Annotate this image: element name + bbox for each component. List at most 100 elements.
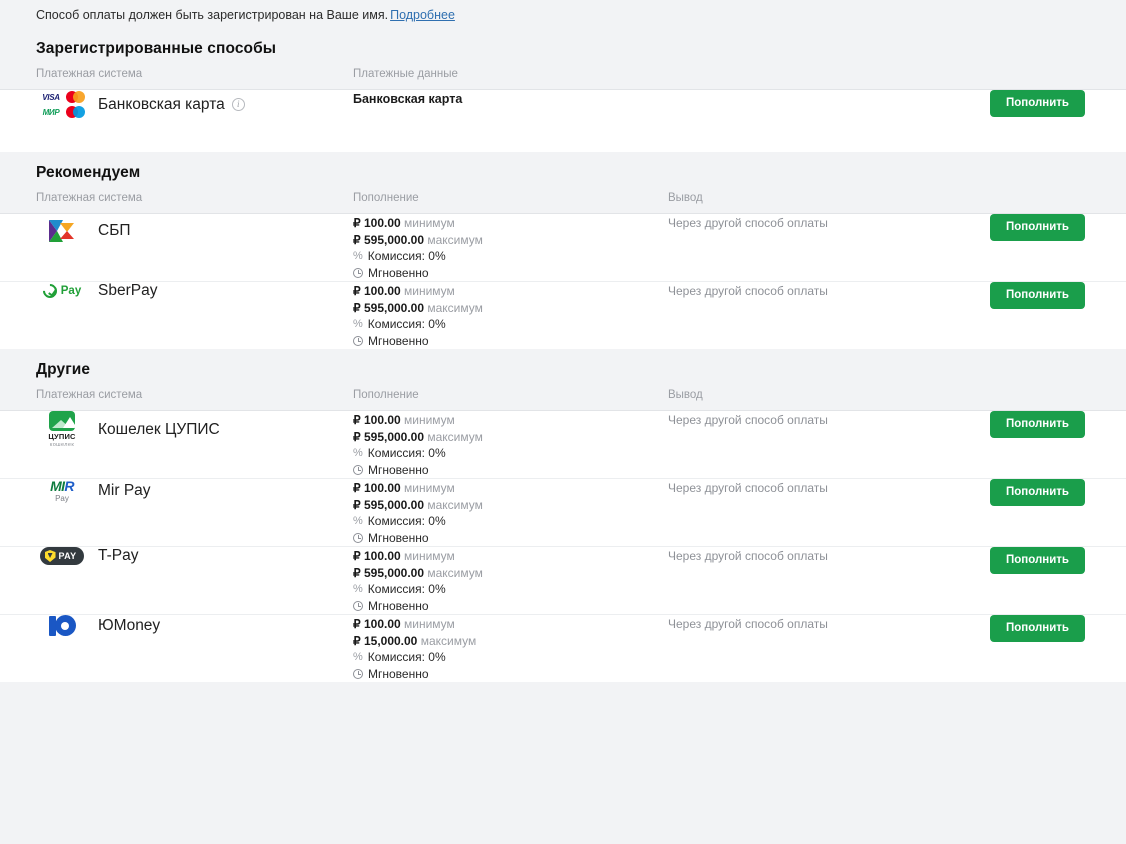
table-row[interactable]: VISA МИР Банковская карта i Банковская к… (0, 90, 1126, 152)
min-label: минимум (404, 413, 455, 427)
tpay-logo-icon: PAY (36, 547, 88, 565)
section-title-registered: Зарегистрированные способы (0, 28, 1126, 68)
clock-icon (353, 464, 363, 475)
percent-icon: % (353, 447, 363, 459)
learn-more-link[interactable]: Подробнее (390, 8, 455, 22)
sbp-icon-svg (49, 220, 74, 242)
row-system-cell: MIR Pay Mir Pay (0, 479, 345, 503)
row-withdraw-cell: Через другой способ оплаты (660, 411, 985, 427)
withdraw-value: Через другой способ оплаты (668, 216, 828, 230)
column-headers-recommended: Платежная система Пополнение Вывод (0, 192, 1126, 214)
mastercard-logo-icon (65, 91, 85, 103)
fee-text: Комиссия: 0% (367, 582, 446, 596)
payment-method-label: SberPay (98, 282, 158, 299)
top-up-button[interactable]: Пополнить (990, 411, 1085, 438)
yoomoney-logo-icon (36, 615, 88, 636)
percent-icon: % (353, 515, 363, 527)
section-title-others: Другие (0, 349, 1126, 389)
row-topup-cell: ₽ 100.00 минимум ₽ 595,000.00 максимум %… (345, 214, 660, 281)
mirpay-logo-text: MIR (50, 478, 74, 494)
info-icon[interactable]: i (231, 98, 245, 111)
speed-text: Мгновенно (368, 666, 429, 681)
min-label: минимум (404, 284, 455, 298)
min-amount: ₽ 100.00 (353, 413, 401, 427)
withdraw-value: Через другой способ оплаты (668, 284, 828, 298)
table-row[interactable]: ЮMoney ₽ 100.00 минимум ₽ 15,000.00 макс… (0, 615, 1126, 682)
top-up-button[interactable]: Пополнить (990, 282, 1085, 309)
fee-text: Комиссия: 0% (367, 650, 446, 664)
max-amount: ₽ 595,000.00 (353, 300, 425, 315)
fee-text: Комиссия: 0% (367, 317, 446, 331)
payment-method-label: T-Pay (98, 547, 139, 564)
table-row[interactable]: PAY T-Pay ₽ 100.00 минимум ₽ 595,000.00 … (0, 547, 1126, 615)
tpay-logo-text: PAY (58, 551, 77, 561)
section-title-recommended: Рекомендуем (0, 152, 1126, 192)
intro-notice: Способ оплаты должен быть зарегистрирова… (0, 0, 1126, 28)
clock-icon (353, 668, 363, 679)
min-amount: ₽ 100.00 (353, 481, 401, 495)
max-label: максимум (420, 633, 477, 648)
cupis-wallet-icon (49, 411, 75, 431)
clock-icon (353, 532, 363, 543)
row-withdraw-cell: Через другой способ оплаты (660, 479, 985, 495)
fee-text: Комиссия: 0% (367, 514, 446, 528)
limits-block: ₽ 100.00 минимум ₽ 595,000.00 максимум %… (353, 214, 660, 281)
top-up-button[interactable]: Пополнить (990, 547, 1085, 574)
max-amount: ₽ 595,000.00 (353, 565, 425, 580)
cupis-logo-subtext: кошелек (49, 442, 75, 448)
top-up-button[interactable]: Пополнить (990, 479, 1085, 506)
payment-method-label: Кошелек ЦУПИС (98, 420, 220, 438)
top-up-button[interactable]: Пополнить (990, 615, 1085, 642)
min-amount: ₽ 100.00 (353, 549, 401, 563)
max-label: максимум (427, 232, 483, 247)
clock-icon (353, 335, 363, 346)
row-action-cell: Пополнить (985, 479, 1126, 506)
max-amount: ₽ 595,000.00 (353, 429, 425, 444)
row-topup-cell: ₽ 100.00 минимум ₽ 595,000.00 максимум %… (345, 479, 660, 546)
row-action-cell: Пополнить (985, 214, 1126, 241)
column-header-topup: Пополнение (353, 192, 419, 204)
sber-check-icon (39, 281, 60, 301)
row-action-cell: Пополнить (985, 282, 1126, 309)
percent-icon: % (353, 651, 363, 663)
mirpay-logo-icon: MIR Pay (36, 479, 88, 503)
limits-block: ₽ 100.00 минимум ₽ 595,000.00 максимум %… (353, 411, 660, 478)
column-header-system: Платежная система (36, 68, 143, 80)
column-headers-others: Платежная система Пополнение Вывод (0, 389, 1126, 411)
row-withdraw-cell: Через другой способ оплаты (660, 615, 985, 631)
mir-logo-icon: МИР (42, 107, 60, 117)
top-up-button[interactable]: Пополнить (990, 214, 1085, 241)
payment-method-name: SberPay (98, 282, 157, 300)
bank-cards-icon: VISA МИР (36, 90, 88, 119)
row-system-cell: PAY T-Pay (0, 547, 345, 565)
withdraw-value: Через другой способ оплаты (668, 617, 828, 631)
column-header-withdraw: Вывод (668, 192, 703, 204)
row-withdraw-cell: Через другой способ оплаты (660, 214, 985, 230)
max-amount: ₽ 15,000.00 (353, 633, 418, 648)
row-system-cell: ЦУПИС кошелек Кошелек ЦУПИС (0, 411, 345, 448)
table-row[interactable]: СБП ₽ 100.00 минимум ₽ 595,000.00 максим… (0, 214, 1126, 282)
table-row[interactable]: ЦУПИС кошелек Кошелек ЦУПИС ₽ 100.00 мин… (0, 411, 1126, 479)
limits-block: ₽ 100.00 минимум ₽ 595,000.00 максимум %… (353, 479, 660, 546)
table-row[interactable]: Pay SberPay ₽ 100.00 минимум ₽ 595,000.0… (0, 281, 1126, 349)
payment-method-name: ЮMoney (98, 617, 160, 635)
sbp-logo-icon (36, 214, 88, 248)
payment-data-value: Банковская карта (353, 92, 463, 106)
speed-text: Мгновенно (368, 462, 429, 477)
speed-text: Мгновенно (368, 333, 429, 348)
payment-methods-page: Способ оплаты должен быть зарегистрирова… (0, 0, 1126, 844)
payment-method-name: T-Pay (98, 547, 138, 565)
table-row[interactable]: MIR Pay Mir Pay ₽ 100.00 минимум ₽ 595,0… (0, 479, 1126, 547)
payment-method-label: ЮMoney (98, 616, 161, 634)
row-topup-cell: ₽ 100.00 минимум ₽ 595,000.00 максимум %… (345, 547, 660, 614)
column-headers-registered: Платежная система Платежные данные (0, 68, 1126, 90)
withdraw-value: Через другой способ оплаты (668, 413, 828, 427)
limits-block: ₽ 100.00 минимум ₽ 15,000.00 максимум % К… (353, 615, 660, 682)
top-up-button[interactable]: Пополнить (990, 90, 1085, 117)
max-label: максимум (427, 497, 483, 512)
row-withdraw-cell: Через другой способ оплаты (660, 547, 985, 563)
visa-logo-icon: VISA (42, 92, 60, 102)
row-topup-cell: ₽ 100.00 минимум ₽ 595,000.00 максимум %… (345, 282, 660, 349)
row-action-cell: Пополнить (985, 547, 1126, 574)
row-withdraw-cell: Через другой способ оплаты (660, 282, 985, 298)
